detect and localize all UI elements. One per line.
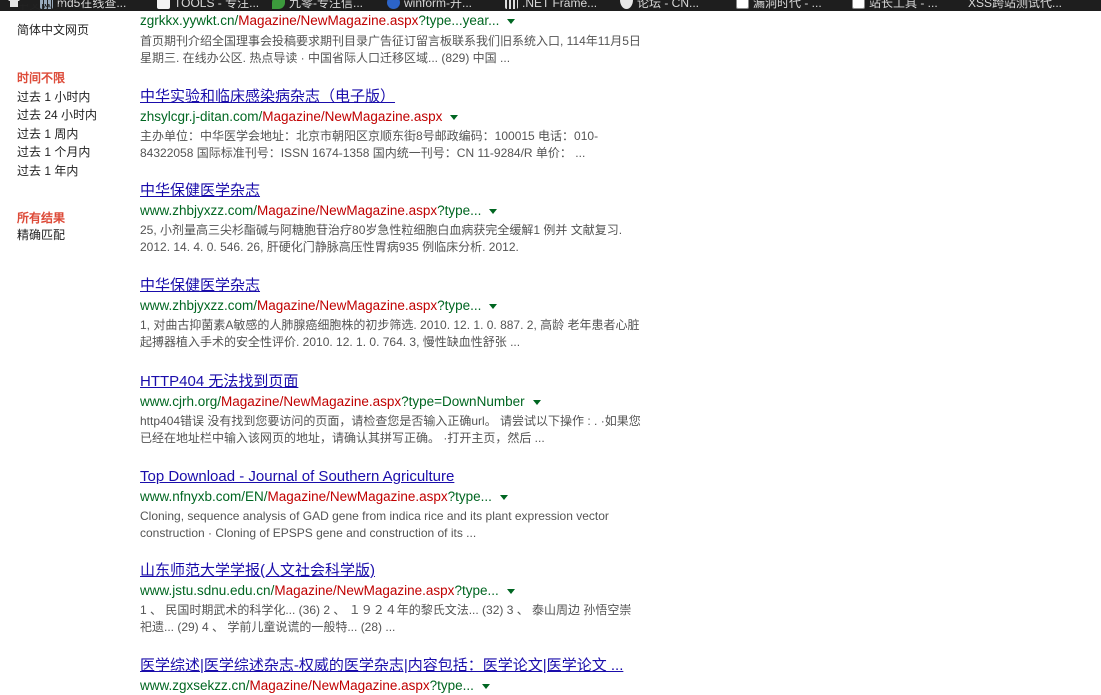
result-title-link[interactable]: 中华保健医学杂志 — [140, 277, 700, 295]
search-result: HTTP404 无法找到页面 www.cjrh.org/Magazine/New… — [140, 373, 700, 446]
bookmark-item[interactable]: 九零-专注信... — [272, 0, 363, 11]
bookmark-item[interactable]: TOOLS - 专注... — [157, 0, 259, 11]
result-snippet: 首页期刊介绍全国理事会投稿要求期刊目录广告征订留言板联系我们旧系统入口, 114… — [140, 34, 641, 65]
result-options-arrow-icon[interactable] — [481, 683, 490, 689]
result-snippet: http404错误 没有找到您要访问的页面，请检查您是否输入正确url。 请尝试… — [140, 414, 641, 445]
filter-past-week[interactable]: 过去 1 周内 — [17, 125, 78, 144]
time-filter-heading: 时间不限 — [17, 71, 66, 85]
result-options-arrow-icon[interactable] — [507, 18, 516, 24]
result-options-arrow-icon[interactable] — [450, 114, 459, 120]
result-url: zhsylcgr.j-ditan.com/Magazine/NewMagazin… — [140, 108, 700, 126]
bookmark-item[interactable]: .NET Frame... — [505, 0, 597, 11]
filter-past-hour[interactable]: 过去 1 小时内 — [17, 88, 90, 107]
result-options-arrow-icon[interactable] — [489, 208, 498, 214]
result-options-arrow-icon[interactable] — [489, 303, 498, 309]
result-title-link[interactable]: 医学综述|医学综述杂志-权威的医学杂志|内容包括：医学论文|医学论文 ... — [140, 657, 700, 675]
bookmark-item[interactable]: 论坛 - CN... — [620, 0, 699, 11]
search-result: zgrkkx.yywkt.cn/Magazine/NewMagazine.asp… — [140, 12, 700, 66]
results-filter-heading: 所有结果 — [17, 211, 66, 225]
bookmarks-bar: md5在线查... TOOLS - 专注... 九零-专注信... winfor… — [0, 0, 1101, 11]
search-result: 医学综述|医学综述杂志-权威的医学杂志|内容包括：医学论文|医学论文 ... w… — [140, 657, 700, 695]
result-snippet: 主办单位：中华医学会地址：北京市朝阳区京顺东街8号邮政编码：100015 电话：… — [140, 129, 599, 160]
page-icon — [157, 0, 170, 9]
result-url: www.zgxsekzz.cn/Magazine/NewMagazine.asp… — [140, 677, 700, 695]
result-url: www.jstu.sdnu.edu.cn/Magazine/NewMagazin… — [140, 582, 700, 600]
result-snippet: 1, 对曲古抑菌素A敏感的人肺腺癌细胞株的初步筛选. 2010. 12. 1. … — [140, 318, 640, 349]
result-snippet: 25, 小剂量高三尖杉酯碱与阿糖胞苷治疗80岁急性粒细胞白血病获完全缓解1 例并… — [140, 223, 623, 254]
result-title-link[interactable]: 山东师范大学学报(人文社会科学版) — [140, 562, 700, 580]
fish-icon — [387, 0, 400, 9]
bookmark-item[interactable]: XSS跨站测试代... — [968, 0, 1062, 11]
search-result: 山东师范大学学报(人文社会科学版) www.jstu.sdnu.edu.cn/M… — [140, 562, 700, 635]
box-icon — [736, 0, 749, 9]
result-options-arrow-icon[interactable] — [499, 494, 508, 500]
result-title-link[interactable]: 中华实验和临床感染病杂志（电子版） — [140, 88, 700, 106]
search-result: 中华保健医学杂志 www.zhbjyxzz.com/Magazine/NewMa… — [140, 277, 700, 350]
result-url: zgrkkx.yywkt.cn/Magazine/NewMagazine.asp… — [140, 12, 700, 30]
result-title-link[interactable]: 中华保健医学杂志 — [140, 182, 700, 200]
filter-past-year[interactable]: 过去 1 年内 — [17, 162, 78, 181]
result-url: www.zhbjyxzz.com/Magazine/NewMagazine.as… — [140, 202, 700, 220]
bookmark-item[interactable]: winform-开... — [387, 0, 472, 11]
result-snippet: 1 、 民国时期武术的科学化... (36) 2 、 １９２４年的黎氏文法...… — [140, 603, 632, 634]
result-url: www.zhbjyxzz.com/Magazine/NewMagazine.as… — [140, 297, 700, 315]
result-title-link[interactable]: Top Download - Journal of Southern Agric… — [140, 468, 700, 486]
result-title-link[interactable]: HTTP404 无法找到页面 — [140, 373, 700, 391]
search-result: 中华保健医学杂志 www.zhbjyxzz.com/Magazine/NewMa… — [140, 182, 700, 255]
result-options-arrow-icon[interactable] — [506, 588, 515, 594]
filter-language-simplified[interactable]: 简体中文网页 — [17, 21, 89, 40]
bars-icon — [505, 0, 518, 9]
bookmark-item[interactable]: 漏洞时代 - ... — [736, 0, 822, 11]
search-result: 中华实验和临床感染病杂志（电子版） zhsylcgr.j-ditan.com/M… — [140, 88, 700, 161]
result-url: www.cjrh.org/Magazine/NewMagazine.aspx?t… — [140, 393, 700, 411]
search-result: Top Download - Journal of Southern Agric… — [140, 468, 700, 541]
box-icon — [852, 0, 865, 9]
shield-icon — [620, 0, 633, 9]
result-options-arrow-icon[interactable] — [532, 399, 541, 405]
result-url: www.nfnyxb.com/EN/Magazine/NewMagazine.a… — [140, 488, 700, 506]
leaf-icon — [272, 0, 285, 9]
filter-verbatim[interactable]: 精确匹配 — [17, 226, 65, 245]
filter-past-24-hours[interactable]: 过去 24 小时内 — [17, 106, 97, 125]
result-snippet: Cloning, sequence analysis of GAD gene f… — [140, 509, 609, 540]
filter-past-month[interactable]: 过去 1 个月内 — [17, 143, 90, 162]
bookmark-item[interactable]: 站长工具 - ... — [852, 0, 938, 11]
